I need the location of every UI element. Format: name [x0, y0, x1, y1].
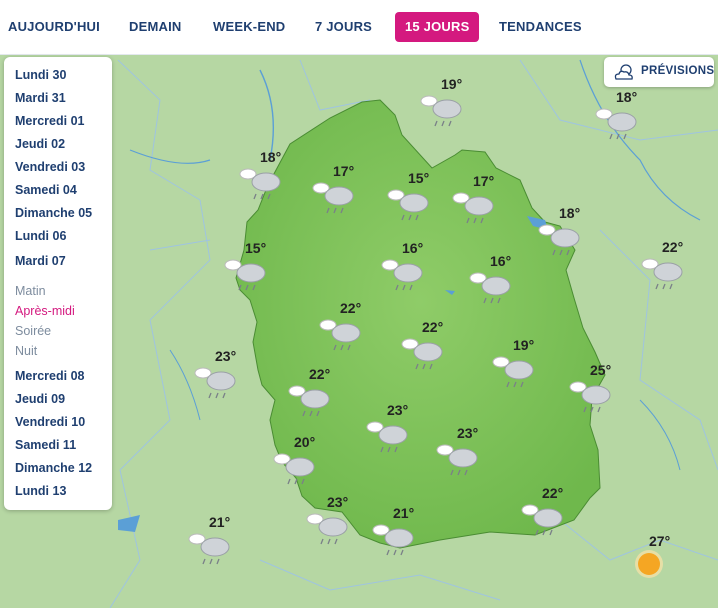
rain-cloud-icon — [595, 108, 637, 140]
period-matin[interactable]: Matin — [15, 284, 46, 298]
period-soiree[interactable]: Soirée — [15, 324, 51, 338]
previsions-button[interactable]: PRÉVISIONS — [604, 57, 714, 87]
day-item[interactable]: Samedi 04 — [15, 183, 77, 197]
temperature-label: 23° — [387, 402, 409, 418]
temperature-label: 22° — [309, 366, 331, 382]
rain-cloud-icon — [641, 258, 683, 290]
day-item[interactable]: Samedi 11 — [15, 438, 76, 452]
rain-cloud-icon — [319, 319, 361, 351]
rain-cloud-icon — [452, 192, 494, 224]
tab-week-end[interactable]: WEEK-END — [213, 12, 285, 42]
tab-tendances[interactable]: TENDANCES — [499, 12, 582, 42]
rain-cloud-icon — [366, 421, 408, 453]
rain-cloud-icon — [401, 338, 443, 370]
day-item[interactable]: Jeudi 02 — [15, 137, 65, 151]
temperature-label: 16° — [402, 240, 424, 256]
day-item[interactable]: Lundi 06 — [15, 229, 66, 243]
tab-15-jours[interactable]: 15 JOURS — [395, 12, 480, 42]
temperature-label: 22° — [340, 300, 362, 316]
period-apres-midi[interactable]: Après-midi — [15, 304, 75, 318]
day-item[interactable]: Vendredi 10 — [15, 415, 85, 429]
temperature-label: 21° — [209, 514, 231, 530]
temperature-label: 17° — [473, 173, 495, 189]
rain-cloud-icon — [312, 182, 354, 214]
day-item[interactable]: Lundi 30 — [15, 68, 66, 82]
temperature-label: 22° — [542, 485, 564, 501]
tab-aujourdhui[interactable]: AUJOURD'HUI — [8, 12, 100, 42]
rain-cloud-icon — [306, 513, 348, 545]
day-item[interactable]: Mardi 31 — [15, 91, 66, 105]
temperature-label: 17° — [333, 163, 355, 179]
rain-cloud-icon — [387, 189, 429, 221]
temperature-label: 18° — [616, 89, 638, 105]
rain-cloud-icon — [521, 504, 563, 536]
tab-demain[interactable]: DEMAIN — [129, 12, 181, 42]
rain-cloud-icon — [538, 224, 580, 256]
rain-cloud-icon — [224, 259, 266, 291]
temperature-label: 23° — [215, 348, 237, 364]
rain-cloud-icon — [569, 381, 611, 413]
temperature-label: 19° — [441, 76, 463, 92]
rain-cloud-icon — [188, 533, 230, 565]
rain-cloud-icon — [194, 367, 236, 399]
rain-cloud-icon — [273, 453, 315, 485]
rain-cloud-icon — [372, 524, 414, 556]
temperature-label: 19° — [513, 337, 535, 353]
temperature-label: 22° — [422, 319, 444, 335]
temperature-label: 20° — [294, 434, 316, 450]
rain-cloud-icon — [381, 259, 423, 291]
previsions-label: PRÉVISIONS — [641, 65, 715, 77]
rain-cloud-icon — [469, 272, 511, 304]
temperature-label: 21° — [393, 505, 415, 521]
temperature-label: 15° — [245, 240, 267, 256]
day-item[interactable]: Lundi 13 — [15, 484, 66, 498]
rain-cloud-icon — [288, 385, 330, 417]
temperature-label: 16° — [490, 253, 512, 269]
day-selector-panel: Lundi 30 Mardi 31 Mercredi 01 Jeudi 02 V… — [4, 57, 112, 510]
rain-cloud-icon — [239, 168, 281, 200]
day-item[interactable]: Dimanche 12 — [15, 461, 92, 475]
temperature-label: 18° — [559, 205, 581, 221]
temperature-label: 22° — [662, 239, 684, 255]
rain-cloud-icon — [420, 95, 462, 127]
day-item[interactable]: Vendredi 03 — [15, 160, 85, 174]
day-item[interactable]: Dimanche 05 — [15, 206, 92, 220]
partly-cloudy-icon — [614, 64, 633, 80]
rain-cloud-icon — [436, 444, 478, 476]
sun-icon — [635, 550, 663, 578]
rain-cloud-icon — [492, 356, 534, 388]
temperature-label: 23° — [457, 425, 479, 441]
day-item[interactable]: Mercredi 01 — [15, 114, 84, 128]
day-item[interactable]: Mercredi 08 — [15, 369, 84, 383]
day-item[interactable]: Jeudi 09 — [15, 392, 65, 406]
temperature-label: 15° — [408, 170, 430, 186]
period-nuit[interactable]: Nuit — [15, 344, 37, 358]
tab-7-jours[interactable]: 7 JOURS — [315, 12, 372, 42]
forecast-range-tabs: AUJOURD'HUI DEMAIN WEEK-END 7 JOURS 15 J… — [0, 0, 718, 55]
day-item-selected[interactable]: Mardi 07 — [15, 254, 66, 268]
temperature-label: 18° — [260, 149, 282, 165]
temperature-label: 25° — [590, 362, 612, 378]
temperature-label: 23° — [327, 494, 349, 510]
